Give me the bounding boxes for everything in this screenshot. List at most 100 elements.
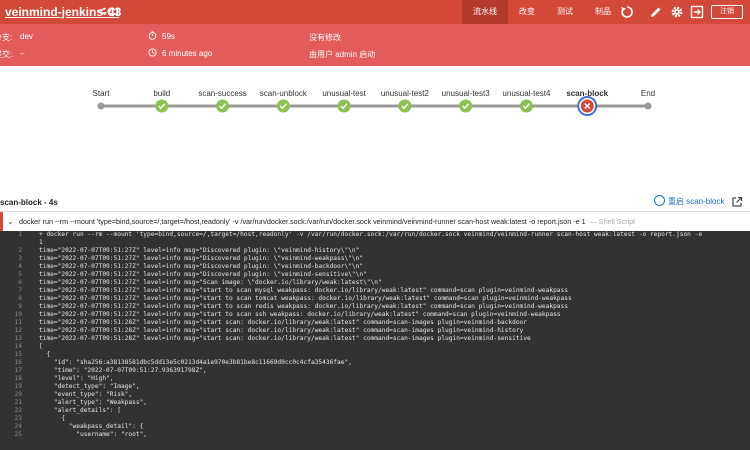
stage-label-unusual-test2: unusual-test2 bbox=[380, 89, 429, 98]
commit-value: – bbox=[20, 49, 25, 58]
log-line-text: "level": "High", bbox=[39, 375, 114, 382]
stage-label-scan-unblock: scan-unblock bbox=[259, 89, 307, 98]
log-line: 10 time="2022-07-07T09:51:27Z" level=info… bbox=[0, 311, 750, 319]
log-line-text: + docker run --rm --mount 'type=bind,sou… bbox=[39, 231, 703, 238]
log-line: 2 time="2022-07-07T09:51:27Z" level=info … bbox=[0, 247, 750, 255]
log-line: 8 time="2022-07-07T09:51:27Z" level=info … bbox=[0, 295, 750, 303]
stage-label-unusual-test3: unusual-test3 bbox=[441, 89, 490, 98]
settings-icon[interactable] bbox=[670, 5, 684, 19]
log-line-number[interactable]: 10 bbox=[0, 311, 22, 319]
tab-0[interactable]: 流水线 bbox=[462, 0, 508, 24]
log-line-number[interactable]: 12 bbox=[0, 327, 22, 335]
stage-node-unusual-test2[interactable] bbox=[398, 99, 412, 113]
log-line-number[interactable]: 17 bbox=[0, 367, 22, 375]
stage-node-unusual-test3[interactable] bbox=[459, 99, 473, 113]
step-kind: — Shell Script bbox=[589, 217, 636, 226]
log-line: 3 time="2022-07-07T09:51:27Z" level=info … bbox=[0, 255, 750, 263]
stopwatch-icon bbox=[148, 31, 157, 40]
console-output[interactable]: 1 + docker run --rm --mount 'type=bind,so… bbox=[0, 231, 750, 450]
log-line-text: "alert_details": [ bbox=[39, 407, 121, 414]
changes-text: 没有修改 bbox=[309, 33, 341, 42]
log-line-text: "alert_type": "Weakpass", bbox=[39, 399, 148, 406]
log-line: 7 time="2022-07-07T09:51:27Z" level=info … bbox=[0, 287, 750, 295]
log-line-text: time="2022-07-07T09:51:27Z" level=info m… bbox=[39, 303, 568, 310]
log-line: 9 time="2022-07-07T09:51:27Z" level=info … bbox=[0, 303, 750, 311]
step-row[interactable]: ⌄ docker run --rm --mount 'type=bind,sou… bbox=[0, 212, 750, 231]
log-line-number[interactable]: 11 bbox=[0, 319, 22, 327]
log-line: 20 "event_type": "Risk", bbox=[0, 391, 750, 399]
step-command-line: docker run --rm --mount 'type=bind,sourc… bbox=[19, 217, 635, 226]
log-line-number[interactable]: 16 bbox=[0, 359, 22, 367]
log-line-text: "weakpass_detail": { bbox=[39, 423, 144, 430]
stage-node-scan-success[interactable] bbox=[216, 99, 230, 113]
log-line: 23 { bbox=[0, 415, 750, 423]
log-line-number[interactable]: 23 bbox=[0, 415, 22, 423]
log-line-text: time="2022-07-07T09:51:27Z" level=info m… bbox=[39, 247, 360, 254]
chevron-down-icon[interactable]: ⌄ bbox=[7, 217, 14, 226]
log-line-number[interactable]: 25 bbox=[0, 431, 22, 439]
logout-button[interactable]: 注销 bbox=[711, 5, 743, 19]
log-line: 12 time="2022-07-07T09:51:28Z" level=info… bbox=[0, 327, 750, 335]
stage-node-scan-unblock[interactable] bbox=[276, 99, 290, 113]
log-line: 5 time="2022-07-07T09:51:27Z" level=info … bbox=[0, 271, 750, 279]
nav-tabs: 流水线 改变 测试 制品 bbox=[462, 0, 622, 24]
log-line-number[interactable]: 2 bbox=[0, 247, 22, 255]
restart-icon bbox=[654, 195, 665, 207]
log-line-text: time="2022-07-07T09:51:28Z" level=info m… bbox=[39, 335, 531, 342]
log-line-text: time="2022-07-07T09:51:28Z" level=info m… bbox=[39, 327, 524, 334]
log-line-number[interactable]: 5 bbox=[0, 271, 22, 279]
log-line-number[interactable]: 13 bbox=[0, 335, 22, 343]
stage-label-Start: Start bbox=[92, 89, 110, 98]
log-line-number[interactable]: 22 bbox=[0, 407, 22, 415]
log-line-number[interactable]: 15 bbox=[0, 351, 22, 359]
log-line-number[interactable]: 21 bbox=[0, 399, 22, 407]
tab-3[interactable]: 制品 bbox=[584, 0, 622, 24]
log-line-text: "id": "sha256:a38138581dbc5dd13e5c0213d4… bbox=[39, 359, 352, 366]
stage-node-Start bbox=[97, 102, 105, 110]
stage-label-scan-success: scan-success bbox=[198, 89, 247, 98]
build-duration: 59s bbox=[162, 32, 175, 41]
stage-node-unusual-test4[interactable] bbox=[519, 99, 533, 113]
log-line-number[interactable]: 7 bbox=[0, 287, 22, 295]
log-line-number[interactable]: 6 bbox=[0, 279, 22, 287]
branch-value: dev bbox=[20, 32, 33, 41]
pipeline-graph-canvas bbox=[97, 96, 652, 116]
log-stage-title: scan-block - 4s bbox=[0, 198, 58, 207]
stage-node-build[interactable] bbox=[155, 99, 169, 113]
log-line: 15 { bbox=[0, 351, 750, 359]
log-line: 6 time="2022-07-07T09:51:27Z" level=info … bbox=[0, 279, 750, 287]
exit-icon[interactable] bbox=[690, 5, 704, 19]
log-line-number[interactable]: 18 bbox=[0, 375, 22, 383]
back-chevron-icon[interactable]: < bbox=[98, 3, 106, 19]
log-line-number[interactable]: 8 bbox=[0, 295, 22, 303]
edit-icon[interactable] bbox=[649, 5, 663, 19]
stage-label-unusual-test: unusual-test bbox=[322, 89, 366, 98]
log-line-number[interactable]: 14 bbox=[0, 343, 22, 351]
log-line-text: time="2022-07-07T09:51:27Z" level=info m… bbox=[39, 271, 367, 278]
log-line: 24 "weakpass_detail": { bbox=[0, 423, 750, 431]
stage-node-scan-block[interactable] bbox=[577, 96, 598, 116]
tab-2[interactable]: 测试 bbox=[546, 0, 584, 24]
clock-icon bbox=[148, 48, 157, 57]
log-line: 22 "alert_details": [ bbox=[0, 407, 750, 415]
stage-node-unusual-test[interactable] bbox=[337, 99, 351, 113]
log-line-number[interactable]: 19 bbox=[0, 383, 22, 391]
log-line: 11 time="2022-07-07T09:51:28Z" level=info… bbox=[0, 319, 750, 327]
log-line-number[interactable]: 9 bbox=[0, 303, 22, 311]
replay-icon[interactable] bbox=[620, 5, 634, 19]
log-line: 1 + docker run --rm --mount 'type=bind,so… bbox=[0, 231, 750, 239]
open-external-icon[interactable] bbox=[731, 196, 743, 208]
step-command: docker run --rm --mount 'type=bind,sourc… bbox=[19, 217, 586, 226]
log-line-number[interactable]: 3 bbox=[0, 255, 22, 263]
log-line-number[interactable]: 1 bbox=[0, 231, 22, 239]
log-line-number[interactable]: 24 bbox=[0, 423, 22, 431]
log-line: 21 "alert_type": "Weakpass", bbox=[0, 399, 750, 407]
log-line: 14 [ bbox=[0, 343, 750, 351]
started-by-text: 由用户 admin 启动 bbox=[309, 50, 376, 59]
log-line-number[interactable]: 20 bbox=[0, 391, 22, 399]
tab-1[interactable]: 改变 bbox=[508, 0, 546, 24]
log-line-number[interactable]: 4 bbox=[0, 263, 22, 271]
build-number: 43 bbox=[108, 5, 122, 19]
restart-stage-button[interactable]: 重启 scan-block bbox=[654, 195, 724, 207]
log-line: 13 time="2022-07-07T09:51:28Z" level=info… bbox=[0, 335, 750, 343]
